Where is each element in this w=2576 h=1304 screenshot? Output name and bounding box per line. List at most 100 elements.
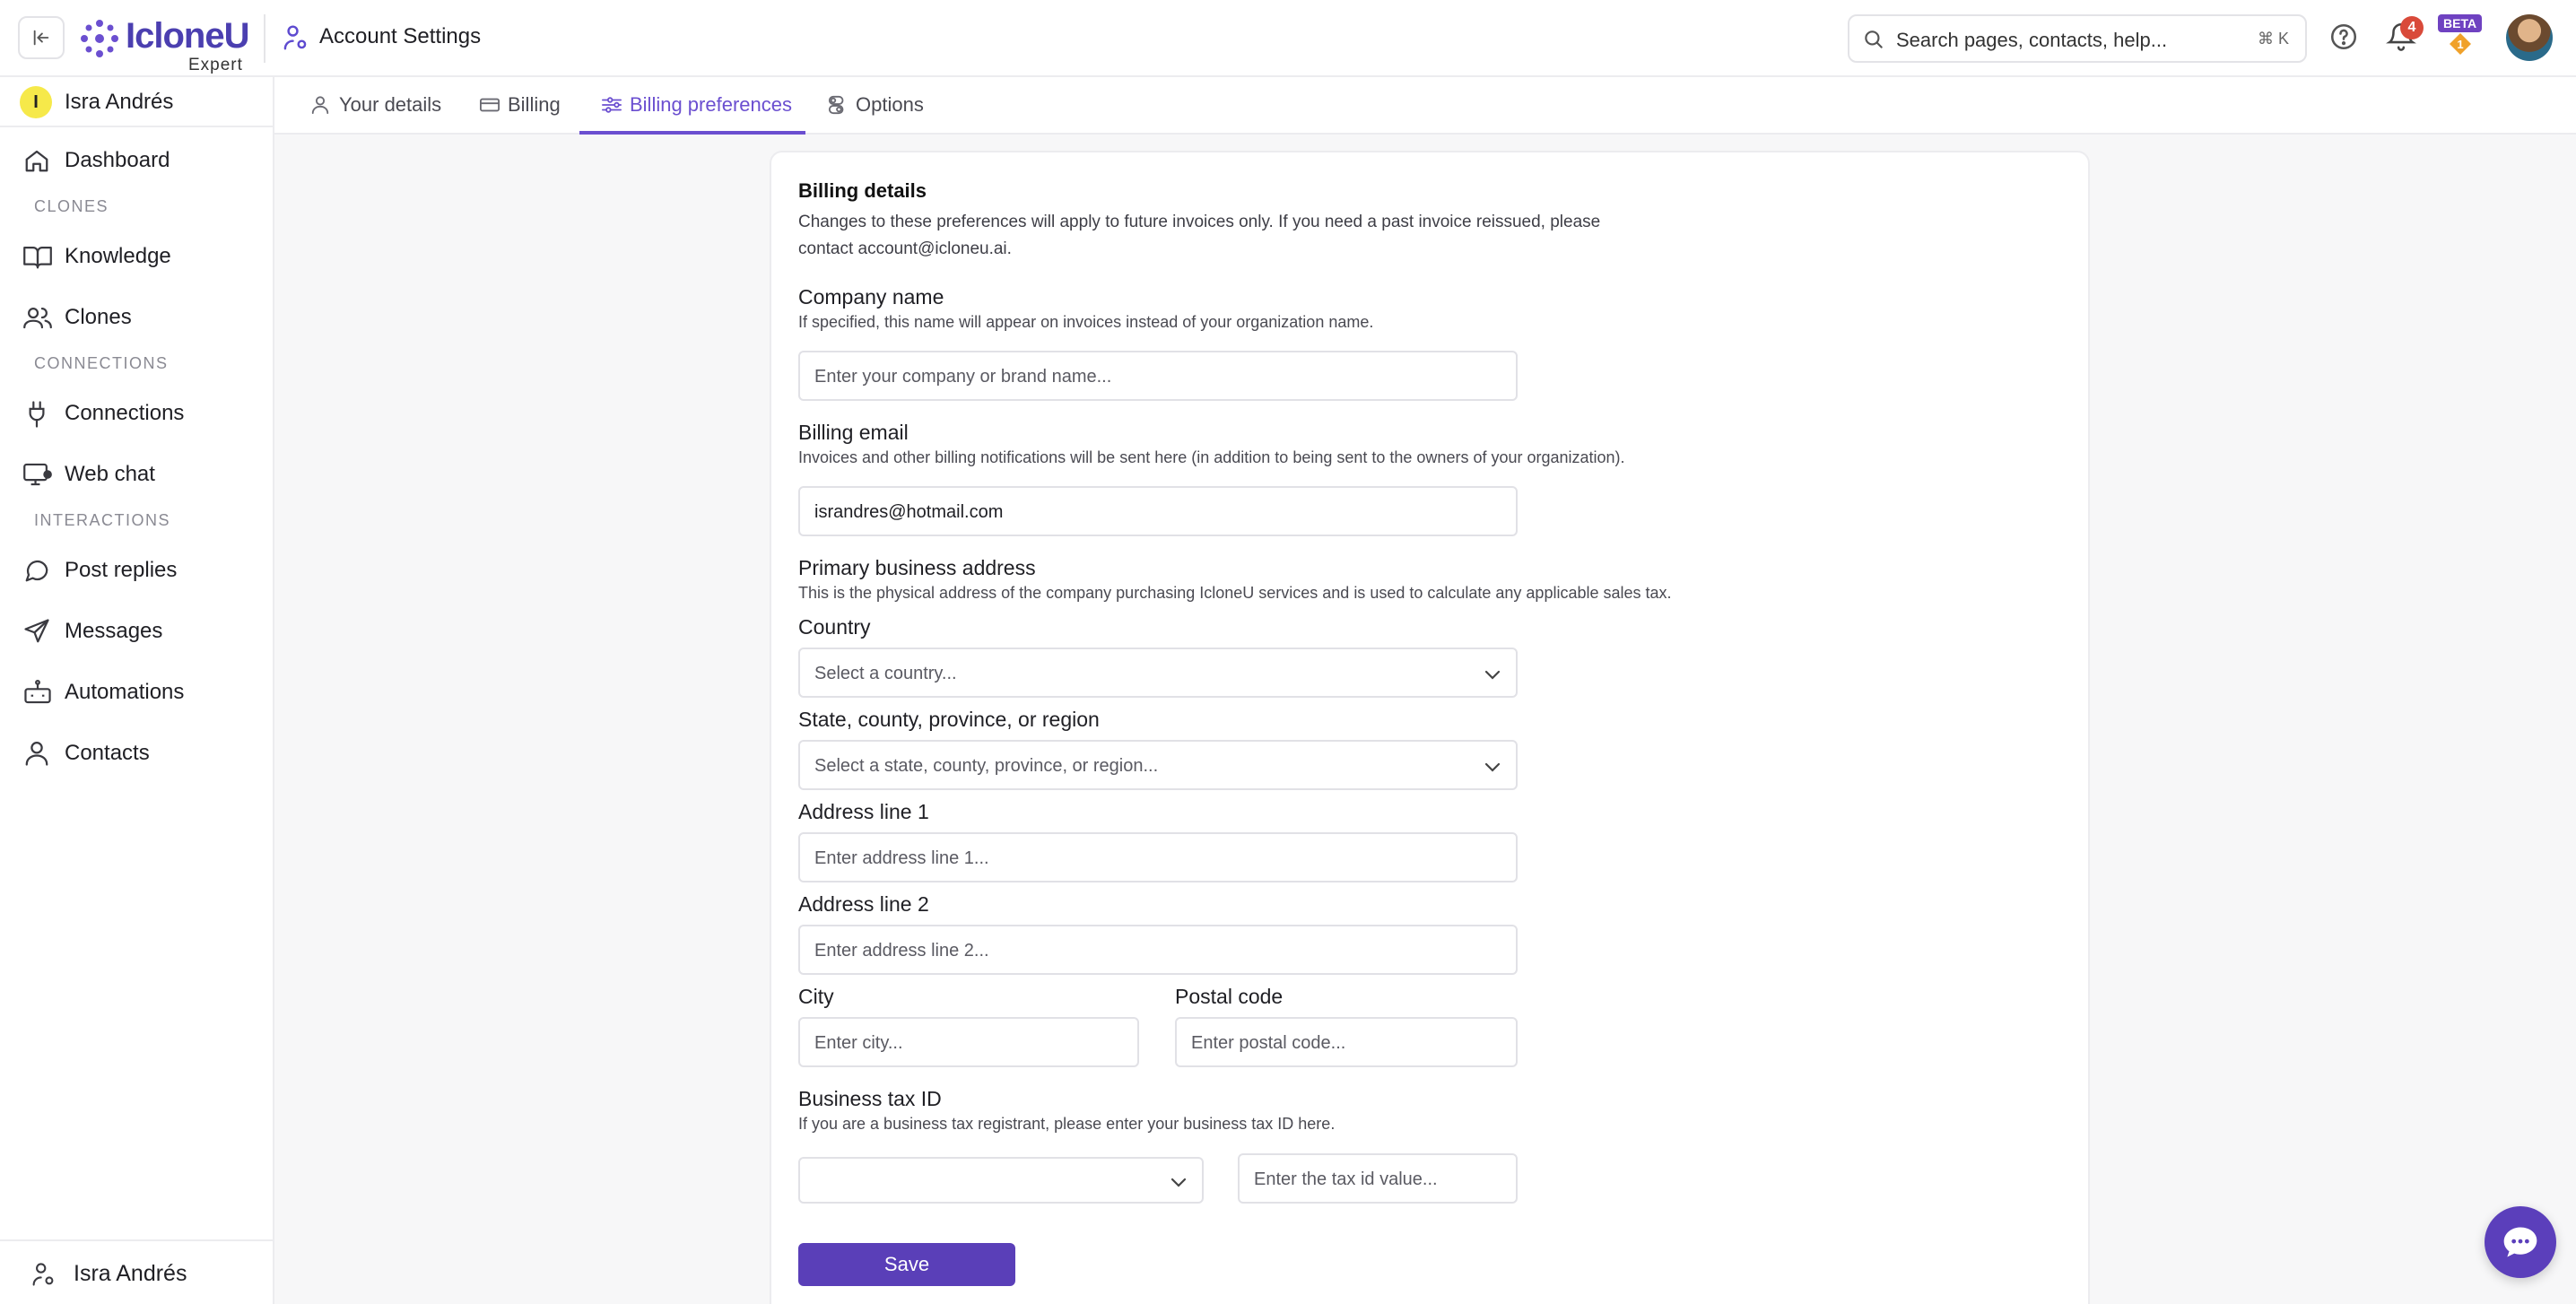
billing-email-input[interactable]: israndres@hotmail.com	[798, 486, 1518, 536]
toggle-icon	[828, 95, 844, 115]
org-switcher[interactable]: I Isra Andrés	[0, 77, 273, 127]
logo-mark-icon	[81, 20, 118, 57]
postal-code-placeholder: Enter postal code...	[1191, 1033, 1346, 1053]
company-name-input[interactable]: Enter your company or brand name...	[798, 351, 1518, 401]
section-description: Changes to these preferences will apply …	[798, 213, 1601, 231]
tab-label: Billing preferences	[630, 93, 792, 116]
section-description-contact: contact account@icloneu.ai.	[798, 239, 1012, 258]
help-icon[interactable]	[2328, 22, 2359, 52]
company-name-placeholder: Enter your company or brand name...	[814, 367, 1112, 387]
tab-label: Your details	[339, 93, 442, 116]
tax-id-help: If you are a business tax registrant, pl…	[798, 1115, 1336, 1133]
sidebar-item-contacts[interactable]: Contacts	[0, 727, 273, 778]
sidebar-item-automations[interactable]: Automations	[0, 666, 273, 717]
user-cog-icon	[283, 25, 307, 50]
address-section-help: This is the physical address of the comp…	[798, 584, 1672, 602]
user-avatar[interactable]	[2506, 14, 2553, 61]
user-icon	[25, 742, 48, 766]
billing-email-value: israndres@hotmail.com	[814, 502, 1004, 522]
address-line2-placeholder: Enter address line 2...	[814, 941, 989, 961]
city-input[interactable]: Enter city...	[798, 1017, 1139, 1067]
sidebar-item-clones[interactable]: Clones	[0, 291, 273, 342]
tab-label: Options	[856, 93, 924, 116]
tax-id-type-select[interactable]	[798, 1157, 1204, 1204]
country-placeholder: Select a country...	[814, 664, 957, 683]
arrow-left-to-line-icon	[33, 30, 49, 46]
sidebar-item-label: Post replies	[65, 558, 178, 582]
sidebar-item-label: Connections	[65, 401, 185, 425]
sidebar-section-clones: CLONES	[34, 197, 109, 215]
sidebar-item-label: Knowledge	[65, 244, 171, 268]
tax-id-value-placeholder: Enter the tax id value...	[1254, 1169, 1438, 1189]
tax-id-value-input[interactable]: Enter the tax id value...	[1238, 1153, 1518, 1204]
book-icon	[23, 247, 52, 269]
settings-tabs: Your details Billing Billing preferences…	[274, 77, 2576, 135]
country-select[interactable]: Select a country...	[798, 648, 1518, 698]
tab-label: Billing	[508, 93, 561, 116]
sidebar-item-label: Web chat	[65, 462, 155, 486]
credit-card-icon	[480, 98, 500, 112]
active-tab-indicator	[579, 131, 805, 135]
robot-icon	[24, 679, 51, 704]
sliders-icon	[602, 97, 622, 113]
monitor-icon	[23, 463, 52, 486]
search-shortcut: ⌘ K	[2257, 30, 2289, 48]
country-label: Country	[798, 615, 871, 639]
user-cog-icon	[32, 1263, 54, 1286]
postal-code-label: Postal code	[1175, 985, 1284, 1008]
sidebar-item-dashboard[interactable]: Dashboard	[0, 135, 273, 185]
address-line1-placeholder: Enter address line 1...	[814, 848, 989, 868]
sidebar-section-interactions: INTERACTIONS	[34, 511, 171, 529]
page-title: Account Settings	[319, 24, 482, 48]
postal-code-input[interactable]: Enter postal code...	[1175, 1017, 1518, 1067]
address-line2-input[interactable]: Enter address line 2...	[798, 925, 1518, 975]
org-name: Isra Andrés	[65, 90, 174, 114]
city-label: City	[798, 985, 834, 1008]
chat-bubble-icon	[2503, 1227, 2537, 1257]
chevron-down-icon	[1171, 1178, 1187, 1187]
users-icon	[23, 308, 52, 329]
brand-name: IcloneU	[126, 16, 249, 56]
notification-count-badge: 4	[2400, 16, 2424, 39]
address-line1-input[interactable]: Enter address line 1...	[798, 832, 1518, 882]
state-select[interactable]: Select a state, county, province, or reg…	[798, 740, 1518, 790]
sidebar: I Isra Andrés Dashboard CLONES Knowledge…	[0, 77, 274, 1304]
city-placeholder: Enter city...	[814, 1033, 903, 1053]
send-icon	[24, 619, 49, 643]
collapse-sidebar-button[interactable]	[18, 16, 65, 59]
gem-icon[interactable]: 1	[2449, 32, 2472, 56]
user-icon	[311, 96, 329, 115]
chat-bubble-icon	[25, 560, 48, 582]
gem-value: 1	[2457, 38, 2463, 51]
sidebar-item-knowledge[interactable]: Knowledge	[0, 230, 273, 281]
sidebar-user-menu[interactable]: Isra Andrés	[0, 1239, 273, 1304]
search-icon	[1865, 30, 1883, 48]
save-button[interactable]: Save	[798, 1243, 1015, 1286]
sidebar-item-web-chat[interactable]: Web chat	[0, 448, 273, 499]
top-bar: IcloneU Expert Account Settings Search p…	[0, 0, 2576, 77]
sidebar-item-label: Clones	[65, 305, 132, 329]
home-icon	[25, 150, 48, 172]
sidebar-user-name: Isra Andrés	[74, 1261, 187, 1286]
support-chat-button[interactable]	[2485, 1206, 2556, 1278]
sidebar-item-label: Contacts	[65, 741, 150, 765]
chevron-down-icon	[1484, 762, 1501, 772]
tax-id-label: Business tax ID	[798, 1087, 942, 1110]
state-placeholder: Select a state, county, province, or reg…	[814, 756, 1159, 776]
search-placeholder: Search pages, contacts, help...	[1896, 29, 2168, 51]
chevron-down-icon	[1484, 670, 1501, 680]
sidebar-section-connections: CONNECTIONS	[34, 354, 169, 372]
plug-icon	[29, 401, 45, 428]
beta-badge[interactable]: BETA	[2438, 14, 2483, 32]
section-title: Billing details	[798, 179, 927, 202]
sidebar-item-post-replies[interactable]: Post replies	[0, 544, 273, 595]
address-section-label: Primary business address	[798, 556, 1036, 579]
sidebar-item-messages[interactable]: Messages	[0, 605, 273, 656]
topbar-divider	[264, 14, 265, 63]
address-line2-label: Address line 2	[798, 892, 929, 916]
global-search[interactable]: Search pages, contacts, help... ⌘ K	[1848, 14, 2307, 63]
sidebar-item-label: Dashboard	[65, 148, 170, 172]
brand-tier: Expert	[188, 56, 243, 74]
org-avatar: I	[20, 86, 52, 118]
sidebar-item-connections[interactable]: Connections	[0, 387, 273, 438]
